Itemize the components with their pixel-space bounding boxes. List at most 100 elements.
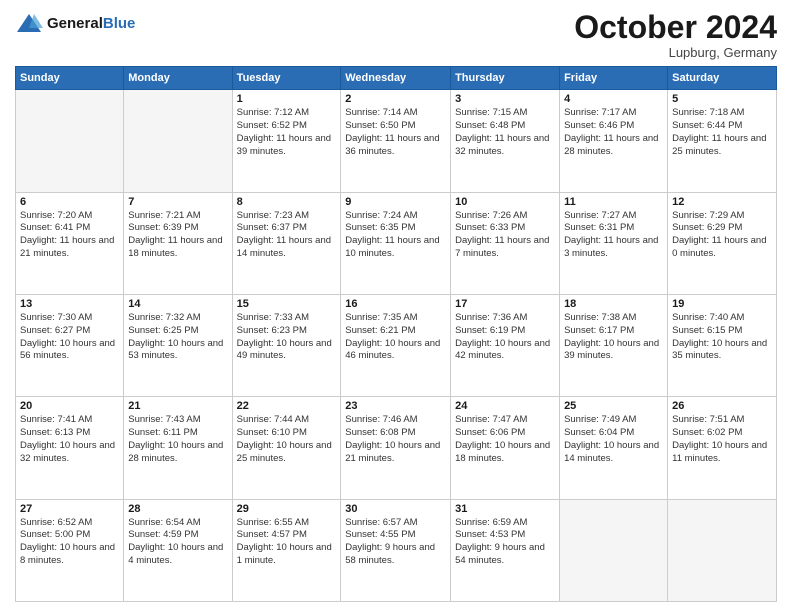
day-info: Sunrise: 7:35 AM Sunset: 6:21 PM Dayligh…	[345, 312, 446, 363]
calendar-cell: 5 Sunrise: 7:18 AM Sunset: 6:44 PM Daylig…	[668, 90, 777, 192]
day-info: Sunrise: 7:27 AM Sunset: 6:31 PM Dayligh…	[564, 210, 663, 261]
calendar-cell: 7 Sunrise: 7:21 AM Sunset: 6:39 PM Daylig…	[124, 192, 232, 294]
day-info: Sunrise: 6:52 AM Sunset: 5:00 PM Dayligh…	[20, 517, 119, 568]
calendar-cell: 1Sunrise: 7:12 AM Sunset: 6:52 PM Daylig…	[232, 90, 341, 192]
col-sunday: Sunday	[16, 67, 124, 90]
calendar-cell: 22 Sunrise: 7:44 AM Sunset: 6:10 PM Dayli…	[232, 397, 341, 499]
day-number: 22	[237, 400, 337, 412]
day-info: Sunrise: 7:47 AM Sunset: 6:06 PM Dayligh…	[455, 414, 555, 465]
calendar-cell: 2Sunrise: 7:14 AM Sunset: 6:50 PM Daylig…	[341, 90, 451, 192]
day-number: 16	[345, 298, 446, 310]
col-tuesday: Tuesday	[232, 67, 341, 90]
month-title: October 2024	[574, 10, 777, 45]
day-info: Sunrise: 7:12 AM Sunset: 6:52 PM Dayligh…	[237, 107, 337, 158]
day-number: 30	[345, 503, 446, 515]
weekday-row: Sunday Monday Tuesday Wednesday Thursday…	[16, 67, 777, 90]
day-info: Sunrise: 7:41 AM Sunset: 6:13 PM Dayligh…	[20, 414, 119, 465]
day-number: 19	[672, 298, 772, 310]
col-thursday: Thursday	[451, 67, 560, 90]
day-number: 7	[128, 196, 227, 208]
col-wednesday: Wednesday	[341, 67, 451, 90]
location: Lupburg, Germany	[574, 45, 777, 60]
day-info: Sunrise: 7:44 AM Sunset: 6:10 PM Dayligh…	[237, 414, 337, 465]
calendar-cell: 29 Sunrise: 6:55 AM Sunset: 4:57 PM Dayli…	[232, 499, 341, 601]
calendar-cell: 15 Sunrise: 7:33 AM Sunset: 6:23 PM Dayli…	[232, 294, 341, 396]
calendar-cell	[560, 499, 668, 601]
calendar-cell: 10Sunrise: 7:26 AM Sunset: 6:33 PM Dayli…	[451, 192, 560, 294]
day-number: 5	[672, 93, 772, 105]
day-info: Sunrise: 7:30 AM Sunset: 6:27 PM Dayligh…	[20, 312, 119, 363]
day-info: Sunrise: 7:33 AM Sunset: 6:23 PM Dayligh…	[237, 312, 337, 363]
day-info: Sunrise: 7:51 AM Sunset: 6:02 PM Dayligh…	[672, 414, 772, 465]
calendar-cell: 14Sunrise: 7:32 AM Sunset: 6:25 PM Dayli…	[124, 294, 232, 396]
calendar-week-1: 1Sunrise: 7:12 AM Sunset: 6:52 PM Daylig…	[16, 90, 777, 192]
calendar-cell: 18Sunrise: 7:38 AM Sunset: 6:17 PM Dayli…	[560, 294, 668, 396]
calendar-cell: 26 Sunrise: 7:51 AM Sunset: 6:02 PM Dayli…	[668, 397, 777, 499]
calendar-cell: 12 Sunrise: 7:29 AM Sunset: 6:29 PM Dayli…	[668, 192, 777, 294]
day-number: 31	[455, 503, 555, 515]
calendar-cell: 19Sunrise: 7:40 AM Sunset: 6:15 PM Dayli…	[668, 294, 777, 396]
day-number: 6	[20, 196, 119, 208]
day-number: 17	[455, 298, 555, 310]
calendar-cell: 6 Sunrise: 7:20 AM Sunset: 6:41 PM Daylig…	[16, 192, 124, 294]
day-info: Sunrise: 7:46 AM Sunset: 6:08 PM Dayligh…	[345, 414, 446, 465]
day-number: 26	[672, 400, 772, 412]
col-monday: Monday	[124, 67, 232, 90]
day-number: 4	[564, 93, 663, 105]
day-info: Sunrise: 7:21 AM Sunset: 6:39 PM Dayligh…	[128, 210, 227, 261]
calendar-cell: 4 Sunrise: 7:17 AM Sunset: 6:46 PM Daylig…	[560, 90, 668, 192]
calendar-week-2: 6 Sunrise: 7:20 AM Sunset: 6:41 PM Daylig…	[16, 192, 777, 294]
calendar-week-4: 20 Sunrise: 7:41 AM Sunset: 6:13 PM Dayli…	[16, 397, 777, 499]
page: GeneralBlue October 2024 Lupburg, German…	[0, 0, 792, 612]
calendar-week-3: 13Sunrise: 7:30 AM Sunset: 6:27 PM Dayli…	[16, 294, 777, 396]
day-info: Sunrise: 7:23 AM Sunset: 6:37 PM Dayligh…	[237, 210, 337, 261]
calendar-week-5: 27 Sunrise: 6:52 AM Sunset: 5:00 PM Dayli…	[16, 499, 777, 601]
calendar-cell: 27 Sunrise: 6:52 AM Sunset: 5:00 PM Dayli…	[16, 499, 124, 601]
day-number: 11	[564, 196, 663, 208]
col-friday: Friday	[560, 67, 668, 90]
calendar-cell: 25Sunrise: 7:49 AM Sunset: 6:04 PM Dayli…	[560, 397, 668, 499]
calendar-cell: 28Sunrise: 6:54 AM Sunset: 4:59 PM Dayli…	[124, 499, 232, 601]
calendar-cell	[668, 499, 777, 601]
day-info: Sunrise: 7:17 AM Sunset: 6:46 PM Dayligh…	[564, 107, 663, 158]
calendar-cell: 11 Sunrise: 7:27 AM Sunset: 6:31 PM Dayli…	[560, 192, 668, 294]
day-info: Sunrise: 6:55 AM Sunset: 4:57 PM Dayligh…	[237, 517, 337, 568]
calendar-cell	[124, 90, 232, 192]
calendar-table: Sunday Monday Tuesday Wednesday Thursday…	[15, 66, 777, 602]
day-info: Sunrise: 7:18 AM Sunset: 6:44 PM Dayligh…	[672, 107, 772, 158]
calendar-cell: 17Sunrise: 7:36 AM Sunset: 6:19 PM Dayli…	[451, 294, 560, 396]
calendar-cell: 16 Sunrise: 7:35 AM Sunset: 6:21 PM Dayli…	[341, 294, 451, 396]
calendar-cell: 3Sunrise: 7:15 AM Sunset: 6:48 PM Daylig…	[451, 90, 560, 192]
day-info: Sunrise: 7:26 AM Sunset: 6:33 PM Dayligh…	[455, 210, 555, 261]
title-block: October 2024 Lupburg, Germany	[574, 10, 777, 60]
day-number: 27	[20, 503, 119, 515]
day-number: 23	[345, 400, 446, 412]
day-info: Sunrise: 7:43 AM Sunset: 6:11 PM Dayligh…	[128, 414, 227, 465]
day-number: 2	[345, 93, 446, 105]
calendar-cell: 9Sunrise: 7:24 AM Sunset: 6:35 PM Daylig…	[341, 192, 451, 294]
calendar-cell: 13Sunrise: 7:30 AM Sunset: 6:27 PM Dayli…	[16, 294, 124, 396]
logo: GeneralBlue	[15, 10, 135, 38]
logo-text: GeneralBlue	[47, 15, 135, 33]
calendar-cell: 20 Sunrise: 7:41 AM Sunset: 6:13 PM Dayli…	[16, 397, 124, 499]
calendar-header: Sunday Monday Tuesday Wednesday Thursday…	[16, 67, 777, 90]
day-info: Sunrise: 7:15 AM Sunset: 6:48 PM Dayligh…	[455, 107, 555, 158]
day-number: 15	[237, 298, 337, 310]
day-info: Sunrise: 7:20 AM Sunset: 6:41 PM Dayligh…	[20, 210, 119, 261]
day-number: 29	[237, 503, 337, 515]
calendar-cell: 23 Sunrise: 7:46 AM Sunset: 6:08 PM Dayli…	[341, 397, 451, 499]
calendar-cell	[16, 90, 124, 192]
day-info: Sunrise: 7:24 AM Sunset: 6:35 PM Dayligh…	[345, 210, 446, 261]
day-number: 12	[672, 196, 772, 208]
calendar-cell: 21Sunrise: 7:43 AM Sunset: 6:11 PM Dayli…	[124, 397, 232, 499]
calendar-cell: 30 Sunrise: 6:57 AM Sunset: 4:55 PM Dayli…	[341, 499, 451, 601]
day-number: 18	[564, 298, 663, 310]
header: GeneralBlue October 2024 Lupburg, German…	[15, 10, 777, 60]
day-number: 20	[20, 400, 119, 412]
day-info: Sunrise: 7:29 AM Sunset: 6:29 PM Dayligh…	[672, 210, 772, 261]
day-info: Sunrise: 7:32 AM Sunset: 6:25 PM Dayligh…	[128, 312, 227, 363]
day-info: Sunrise: 6:57 AM Sunset: 4:55 PM Dayligh…	[345, 517, 446, 568]
day-number: 25	[564, 400, 663, 412]
col-saturday: Saturday	[668, 67, 777, 90]
day-number: 28	[128, 503, 227, 515]
